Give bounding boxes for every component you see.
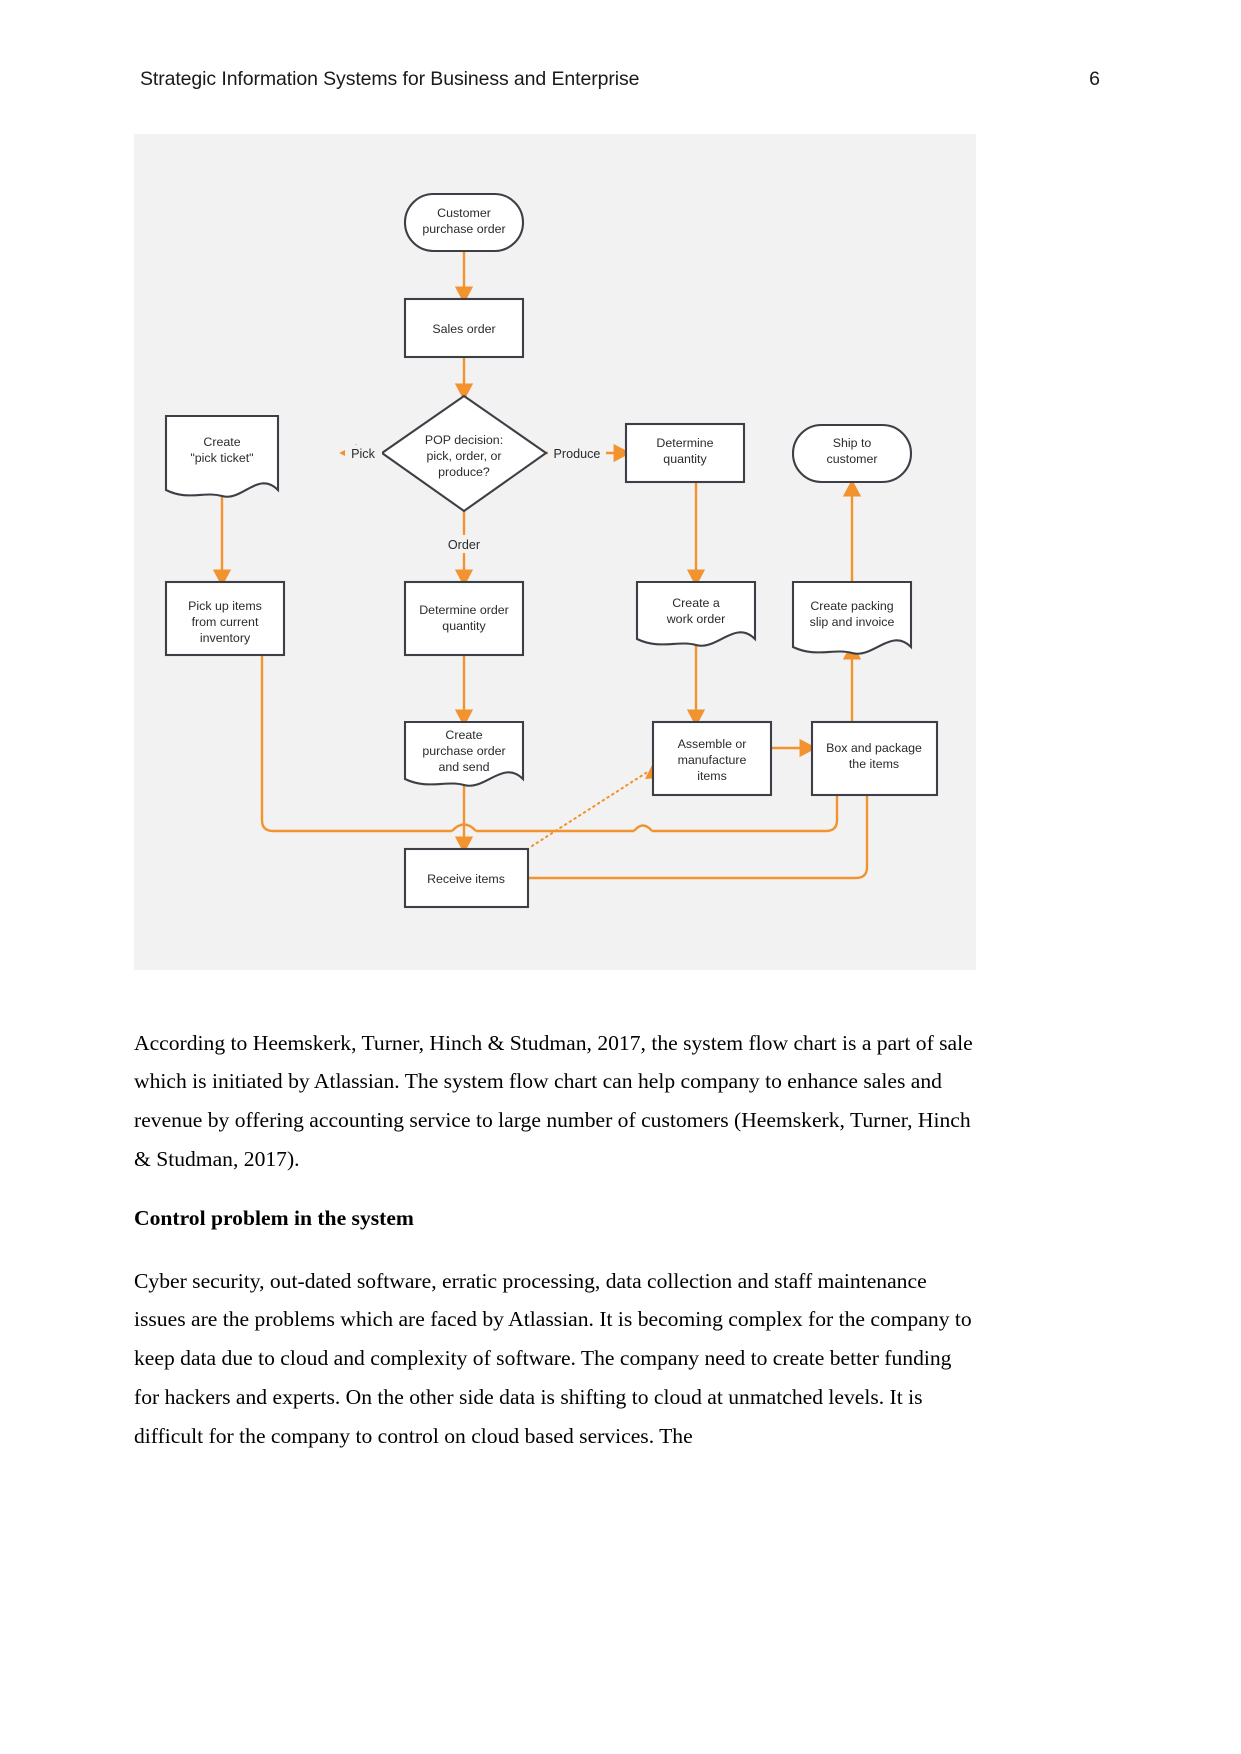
- node-label-line1: Pick up items: [188, 599, 262, 613]
- node-create-pick-ticket: Create "pick ticket": [164, 414, 280, 498]
- node-label-line2: quantity: [442, 619, 486, 633]
- node-label-line3: inventory: [200, 631, 251, 645]
- node-label-line1: POP decision:: [425, 433, 503, 447]
- running-header: Strategic Information Systems for Busine…: [140, 62, 1100, 96]
- node-label-line1: Determine order: [419, 603, 509, 617]
- node-label-line3: produce?: [438, 465, 490, 479]
- node-label-line3: items: [697, 769, 727, 783]
- node-label-line2: "pick ticket": [190, 451, 253, 465]
- node-label-line1: Create: [445, 728, 482, 742]
- paragraph-flowchart-description: According to Heemskerk, Turner, Hinch & …: [134, 1030, 973, 1171]
- rail-hop-b: [633, 824, 653, 832]
- node-determine-order-quantity: Determine order quantity: [403, 580, 525, 657]
- svg-text:Pick: Pick: [351, 447, 375, 461]
- edge-receive-to-assemble-dotted: [530, 769, 651, 848]
- node-label-line1: Customer: [437, 206, 491, 220]
- node-label-line2: work order: [666, 612, 726, 626]
- node-pick-up-items: Pick up items from current inventory: [164, 580, 286, 657]
- header-title: Strategic Information Systems for Busine…: [140, 67, 640, 90]
- edge-label-order: Order: [440, 535, 488, 553]
- node-sales-order: Sales order: [403, 297, 525, 359]
- node-assemble-items: Assemble or manufacture items: [651, 720, 773, 797]
- node-label-line1: Sales order: [432, 322, 495, 336]
- node-label-line1: Box and package: [826, 741, 922, 755]
- node-label-line2: the items: [849, 757, 899, 771]
- edge-label-produce: Produce: [548, 445, 606, 462]
- node-create-purchase-order: Create purchase order and send: [403, 720, 525, 787]
- page-number: 6: [1089, 67, 1100, 90]
- node-create-packing-slip: Create packing slip and invoice: [791, 580, 913, 655]
- svg-text:Order: Order: [448, 538, 480, 552]
- heading-control-problem: Control problem in the system: [134, 1206, 414, 1230]
- node-ship-to-customer: Ship to customer: [791, 423, 913, 484]
- node-determine-quantity: Determine quantity: [624, 422, 746, 484]
- node-label-line2: from current: [192, 615, 259, 629]
- node-receive-items: Receive items: [403, 847, 530, 909]
- node-label-line2: pick, order, or: [426, 449, 501, 463]
- node-label-line1: Create a: [672, 596, 720, 610]
- node-label-line1: Assemble or: [678, 737, 747, 751]
- paragraph-control-problem: Cyber security, out-dated software, erra…: [134, 1268, 972, 1448]
- node-label-line2: purchase order: [422, 222, 505, 236]
- node-label-line1: Determine: [656, 436, 713, 450]
- node-label-line1: Ship to: [833, 436, 872, 450]
- node-label-line2: customer: [827, 452, 878, 466]
- system-flow-chart-figure: Customer purchase order Sales order POP …: [134, 134, 976, 970]
- node-label-line2: quantity: [663, 452, 707, 466]
- document-page: Strategic Information Systems for Busine…: [0, 0, 1241, 1754]
- node-box-and-package: Box and package the items: [810, 720, 939, 797]
- node-pop-decision: POP decision: pick, order, or produce?: [380, 394, 548, 513]
- node-label-line2: slip and invoice: [810, 615, 895, 629]
- node-label-line1: Receive items: [427, 872, 505, 886]
- node-label-line2: purchase order: [422, 744, 505, 758]
- node-label-line1: Create packing: [810, 599, 893, 613]
- node-create-work-order: Create a work order: [635, 580, 757, 647]
- edge-label-pick: Pick: [345, 445, 382, 462]
- node-label-line2: manufacture: [678, 753, 747, 767]
- svg-text:Produce: Produce: [554, 447, 601, 461]
- node-label-line3: and send: [439, 760, 490, 774]
- node-customer-purchase-order: Customer purchase order: [403, 192, 525, 253]
- node-label-line1: Create: [203, 435, 240, 449]
